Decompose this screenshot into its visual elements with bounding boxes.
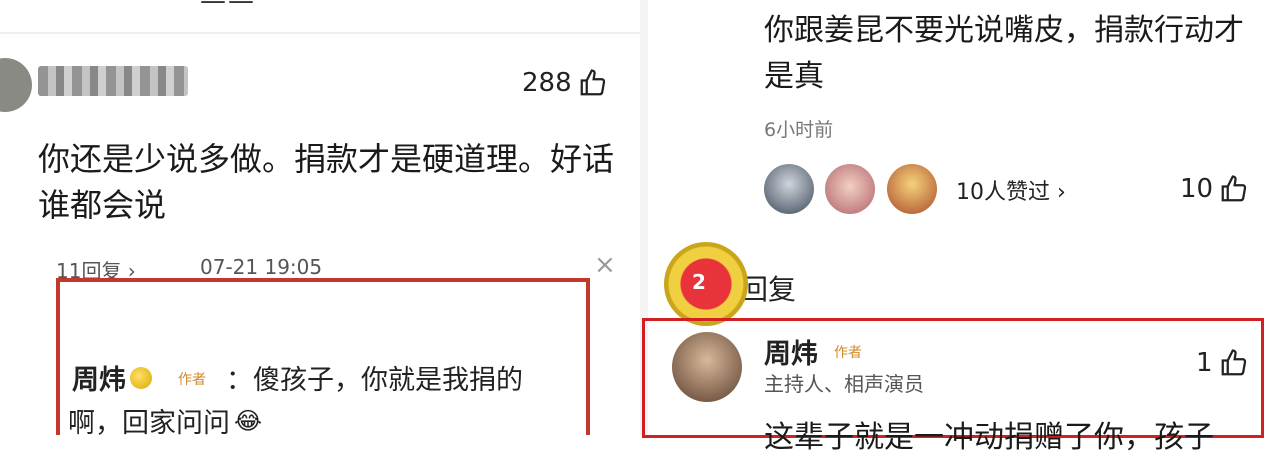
commenter-avatar[interactable]	[0, 58, 32, 112]
thumbs-up-icon	[580, 69, 605, 96]
right-comment-text: 你跟姜昆不要光说嘴皮，捐款行动才是真	[764, 13, 1244, 94]
medal-number: 2	[692, 270, 706, 294]
author-role: 主持人、相声演员	[764, 372, 924, 396]
author-reply-text-line2-row: 啊，回家问问 😂	[68, 401, 263, 436]
likers-link[interactable]: 10人赞过 ›	[956, 174, 1066, 206]
laughing-emoji-icon: 😂	[234, 406, 263, 435]
close-icon[interactable]: ×	[594, 250, 616, 280]
right-comment-time: 6小时前	[764, 119, 834, 141]
top-title: ——	[200, 0, 256, 16]
reply-date: 07-21 19:05	[200, 255, 323, 279]
comment-like-count: 288	[522, 68, 572, 98]
blurred-username	[38, 66, 188, 96]
gold-badge-icon	[130, 366, 152, 389]
medal-icon	[664, 242, 748, 326]
thumbs-up-icon	[1221, 175, 1247, 202]
author-avatar[interactable]	[672, 332, 742, 402]
author-name[interactable]: 周炜	[72, 358, 126, 397]
author-reply-name-row: 周炜	[72, 358, 152, 397]
liker-avatar[interactable]	[887, 164, 937, 214]
left-comment-panel: —— 288 你还是少说多做。捐款才是硬道理。好话谁都会说 11回复 › 07-…	[0, 0, 640, 435]
right-like-count: 10	[1180, 174, 1214, 204]
author-tag: 作者	[834, 345, 862, 361]
author-reply-partial-text: 这辈子就是一冲动捐赠了你，孩子	[764, 420, 1214, 455]
author-like-count: 1	[1196, 348, 1213, 378]
reply-section-title: 回复	[740, 273, 797, 306]
author-reply-text-line2: 啊，回家问问	[68, 408, 230, 435]
author-name[interactable]: 周炜	[764, 332, 818, 371]
comment-like-button[interactable]: 288	[522, 68, 608, 98]
author-like-button[interactable]: 1	[1196, 348, 1249, 378]
liker-avatar[interactable]	[764, 164, 814, 214]
top-strip: ——	[0, 0, 640, 34]
right-like-button[interactable]: 10	[1180, 174, 1249, 204]
comment-text: 你还是少说多做。捐款才是硬道理。好话谁都会说	[38, 140, 615, 224]
author-tag: 作者	[178, 372, 206, 388]
thumbs-up-icon	[1221, 349, 1246, 376]
author-reply-text-line1: ：傻孩子，你就是我捐的	[226, 365, 523, 396]
liker-avatar[interactable]	[825, 164, 875, 214]
